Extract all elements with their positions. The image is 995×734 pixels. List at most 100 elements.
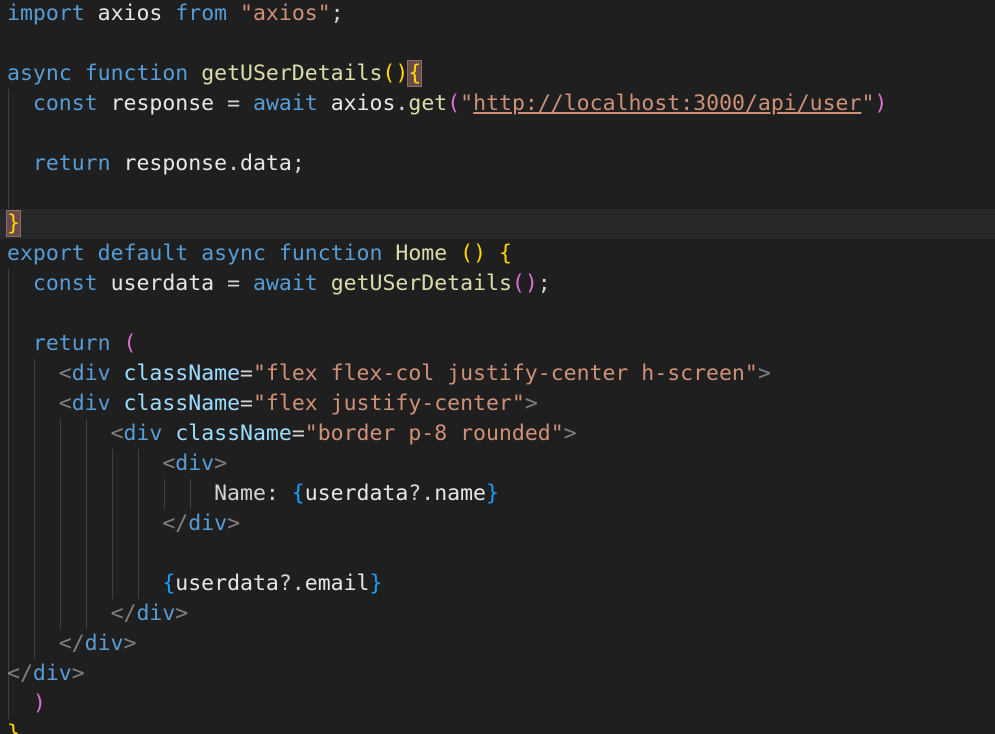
code-token: "flex flex-col justify-center h-screen" [252,361,758,386]
code-line[interactable]: </div> [0,659,995,689]
code-line[interactable] [0,299,995,329]
code-line[interactable]: <div className="flex flex-col justify-ce… [0,359,995,389]
code-token: email [304,571,370,596]
code-line[interactable]: <div> [0,449,995,479]
code-token: get [408,91,448,116]
code-token: } [369,571,383,596]
code-token: return [32,151,111,176]
code-line[interactable]: ) [0,689,995,719]
code-line[interactable]: const response = await axios.get("http:/… [0,89,995,119]
code-token: response [110,91,215,116]
code-line[interactable]: } [0,719,995,734]
code-token: () [511,271,538,296]
code-editor[interactable]: import axios from "axios"; async functio… [0,0,995,734]
code-token: </ [7,661,33,686]
code-line[interactable] [0,179,995,209]
indent-guide [8,179,9,209]
code-line[interactable] [0,119,995,149]
code-token: ; [291,151,305,176]
code-token: div [71,361,111,386]
code-line[interactable]: const userdata = await getUSerDetails(); [0,269,995,299]
code-token: = [291,421,305,446]
code-line[interactable] [0,539,995,569]
code-token: = [240,391,253,416]
code-token: data [240,151,292,176]
code-token: ( [123,331,137,356]
code-token: const [32,91,98,116]
code-token: < [58,361,72,386]
code-line[interactable]: import axios from "axios"; [0,0,995,29]
code-line[interactable]: </div> [0,509,995,539]
code-token: className [123,391,241,416]
code-token: ?. [408,481,435,506]
code-token: = [240,361,253,386]
code-line[interactable]: async function getUSerDetails(){ [0,59,995,89]
code-text: async function getUSerDetails(){ [7,59,423,89]
code-line[interactable] [0,29,995,59]
code-line[interactable]: <div className="flex justify-center"> [0,389,995,419]
code-token: { [498,241,512,266]
code-token: className [175,421,292,446]
code-token: ) [874,91,888,116]
code-text: </div> [7,599,189,629]
code-token: ; [537,271,551,296]
code-token: "flex justify-center" [252,391,525,416]
code-line[interactable]: </div> [0,629,995,659]
code-text: } [6,209,21,239]
code-token: ?. [278,571,305,596]
indent-guide [8,539,9,569]
code-token: ( [447,91,461,116]
code-token: " [460,91,474,116]
indent-guide [86,539,87,569]
code-token: > [71,661,85,686]
code-line[interactable]: <div className="border p-8 rounded"> [0,419,995,449]
code-token: > [524,391,538,416]
code-token: return [32,331,111,356]
code-token: export [7,241,85,266]
code-token: > [757,361,771,386]
code-token: . [395,91,409,116]
code-line[interactable]: </div> [0,599,995,629]
code-text: const response = await axios.get("http:/… [7,89,887,119]
code-line[interactable]: {userdata?.email} [0,569,995,599]
code-text: ) [7,689,46,719]
code-token: > [227,511,241,536]
code-token: () [382,61,409,86]
code-line[interactable]: Name: {userdata?.name} [0,479,995,509]
code-line[interactable]: return response.data; [0,149,995,179]
code-token: div [175,451,215,476]
code-token: default [97,241,189,266]
code-token: userdata [110,271,215,296]
code-token: await [253,91,318,116]
code-token: { [291,481,305,506]
code-token: Home [395,241,448,266]
code-text: return ( [7,329,137,359]
indent-guide [34,539,35,569]
code-line[interactable]: export default async function Home () { [0,239,995,269]
code-line[interactable]: return ( [0,329,995,359]
code-line-current[interactable]: } [0,209,995,239]
code-token: Name: [214,481,292,506]
code-token: axios [330,91,396,116]
code-token: div [136,601,176,626]
